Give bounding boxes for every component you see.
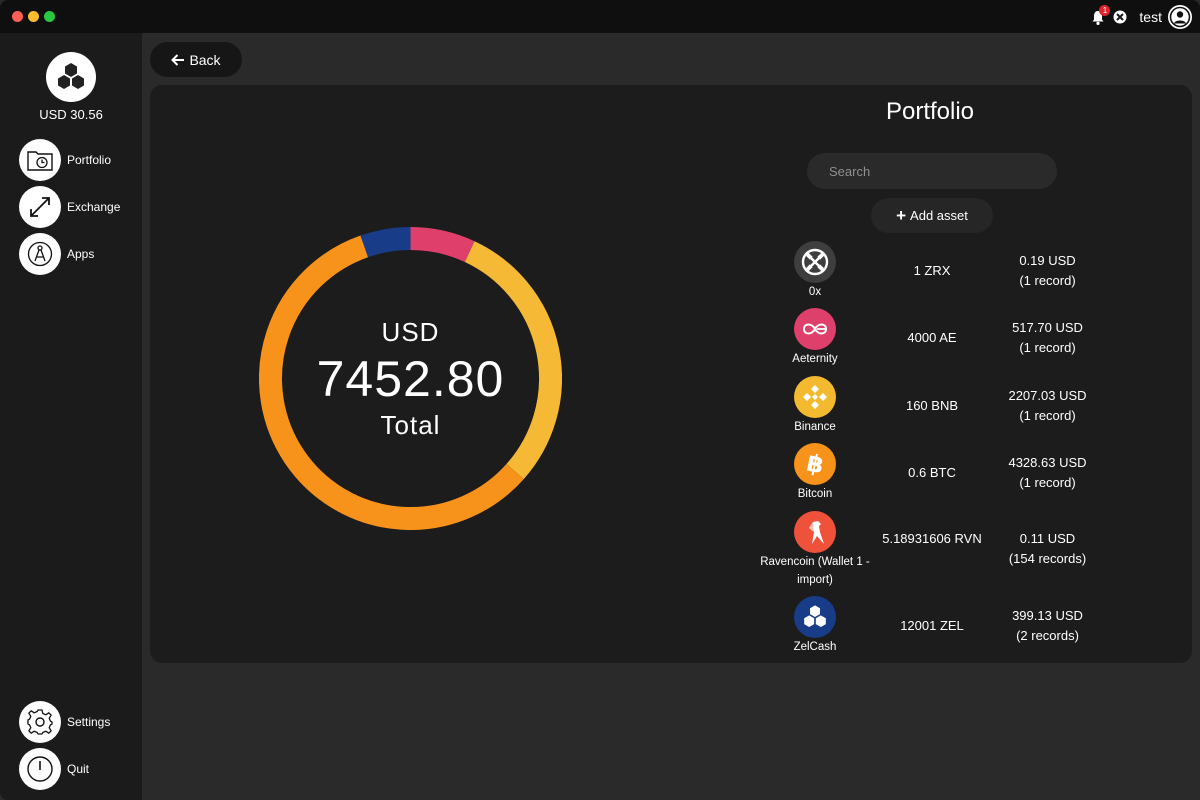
nav-label-portfolio: Portfolio	[67, 153, 112, 167]
asset-name: 0x	[808, 286, 822, 298]
nav-item-quit[interactable]: Quit	[19, 748, 89, 790]
zelcash-icon	[794, 596, 836, 638]
app-window: 1 test USD 30.56 Portfolio Exchange Apps…	[0, 0, 1200, 800]
sidebar: USD 30.56 Portfolio Exchange Apps Settin…	[0, 33, 142, 800]
maximize-window-button[interactable]	[44, 11, 55, 22]
asset-records: (1 record)	[1019, 273, 1076, 288]
nav-item-exchange[interactable]: Exchange	[19, 186, 120, 228]
asset-name: Ravencoin (Wallet 1 - import)	[760, 556, 870, 586]
total-currency: USD	[381, 316, 440, 347]
asset-row-aeternity[interactable]: Aeternity 4000 AE 517.70 USD (1 record)	[760, 308, 1100, 368]
asset-value: 4328.63 USD	[1008, 455, 1087, 470]
nav-label-settings: Settings	[67, 715, 111, 729]
aeternity-icon	[794, 308, 836, 350]
asset-amount: 160 BNB	[905, 398, 959, 413]
back-button[interactable]: Back	[150, 42, 242, 77]
power-icon	[19, 748, 61, 790]
nav-label-exchange: Exchange	[67, 200, 121, 214]
user-avatar-icon[interactable]	[1168, 5, 1192, 29]
asset-amount: 1 ZRX	[913, 263, 951, 278]
asset-records: (1 record)	[1019, 475, 1076, 490]
asset-amount: 4000 AE	[907, 330, 957, 345]
search-input[interactable]	[807, 153, 1057, 189]
exchange-icon	[19, 186, 61, 228]
gear-icon	[19, 701, 61, 743]
zrx-icon	[794, 241, 836, 283]
asset-records: (1 record)	[1019, 340, 1076, 355]
notification-badge: 1	[1099, 5, 1111, 16]
asset-row-zrx[interactable]: 0x 1 ZRX 0.19 USD (1 record)	[760, 241, 1100, 301]
title-bar: 1 test	[0, 0, 1200, 33]
asset-amount: 0.6 BTC	[908, 465, 956, 480]
close-window-button[interactable]	[12, 11, 23, 22]
asset-row-ravencoin[interactable]: Ravencoin (Wallet 1 - import) 5.18931606…	[760, 511, 1100, 591]
asset-records: (154 records)	[1008, 551, 1087, 566]
asset-value: 0.19 USD	[1019, 253, 1076, 268]
bitcoin-icon: ฿	[794, 443, 836, 485]
asset-name: ZelCash	[793, 641, 837, 653]
total-value: 7452.80	[316, 350, 505, 407]
binance-icon	[794, 376, 836, 418]
nav-label-apps: Apps	[67, 247, 95, 261]
apps-icon	[19, 233, 61, 275]
asset-amount: 5.18931606 RVN	[882, 531, 982, 546]
total-label: Total	[380, 409, 441, 440]
ravencoin-icon	[794, 511, 836, 553]
network-status-icon[interactable]	[1113, 10, 1127, 24]
asset-name: Binance	[794, 421, 836, 433]
add-asset-label: Add asset	[910, 208, 968, 223]
username-label[interactable]: test	[1139, 9, 1162, 25]
back-label: Back	[189, 51, 221, 68]
nav-item-settings[interactable]: Settings	[19, 701, 110, 743]
asset-row-bitcoin[interactable]: ฿ Bitcoin 0.6 BTC 4328.63 USD (1 record)	[760, 443, 1100, 503]
asset-row-binance[interactable]: Binance 160 BNB 2207.03 USD (1 record)	[760, 376, 1100, 436]
nav-item-portfolio[interactable]: Portfolio	[19, 139, 111, 181]
add-asset-button[interactable]: + Add asset	[871, 198, 993, 233]
asset-name: Aeternity	[792, 353, 838, 365]
asset-value: 399.13 USD	[1012, 608, 1083, 623]
wallet-balance: USD 30.56	[39, 107, 103, 122]
asset-row-zelcash[interactable]: ZelCash 12001 ZEL 399.13 USD (2 records)	[760, 596, 1100, 656]
notification-bell-icon[interactable]: 1	[1091, 5, 1111, 25]
plus-icon: +	[896, 206, 907, 225]
app-logo-icon	[46, 52, 96, 102]
nav-label-quit: Quit	[67, 762, 90, 776]
asset-name: Bitcoin	[797, 488, 833, 500]
asset-records: (2 records)	[1016, 628, 1079, 643]
portfolio-icon	[19, 139, 61, 181]
asset-value: 2207.03 USD	[1008, 388, 1087, 403]
asset-value: 517.70 USD	[1012, 320, 1083, 335]
asset-amount: 12001 ZEL	[900, 618, 964, 633]
page-title: Portfolio	[885, 98, 975, 125]
nav-item-apps[interactable]: Apps	[19, 233, 94, 275]
portfolio-total-summary: USD 7452.80 Total	[259, 227, 562, 530]
asset-value: 0.11 USD	[1019, 531, 1076, 546]
arrow-left-icon	[171, 53, 185, 66]
asset-records: (1 record)	[1019, 408, 1076, 423]
minimize-window-button[interactable]	[28, 11, 39, 22]
